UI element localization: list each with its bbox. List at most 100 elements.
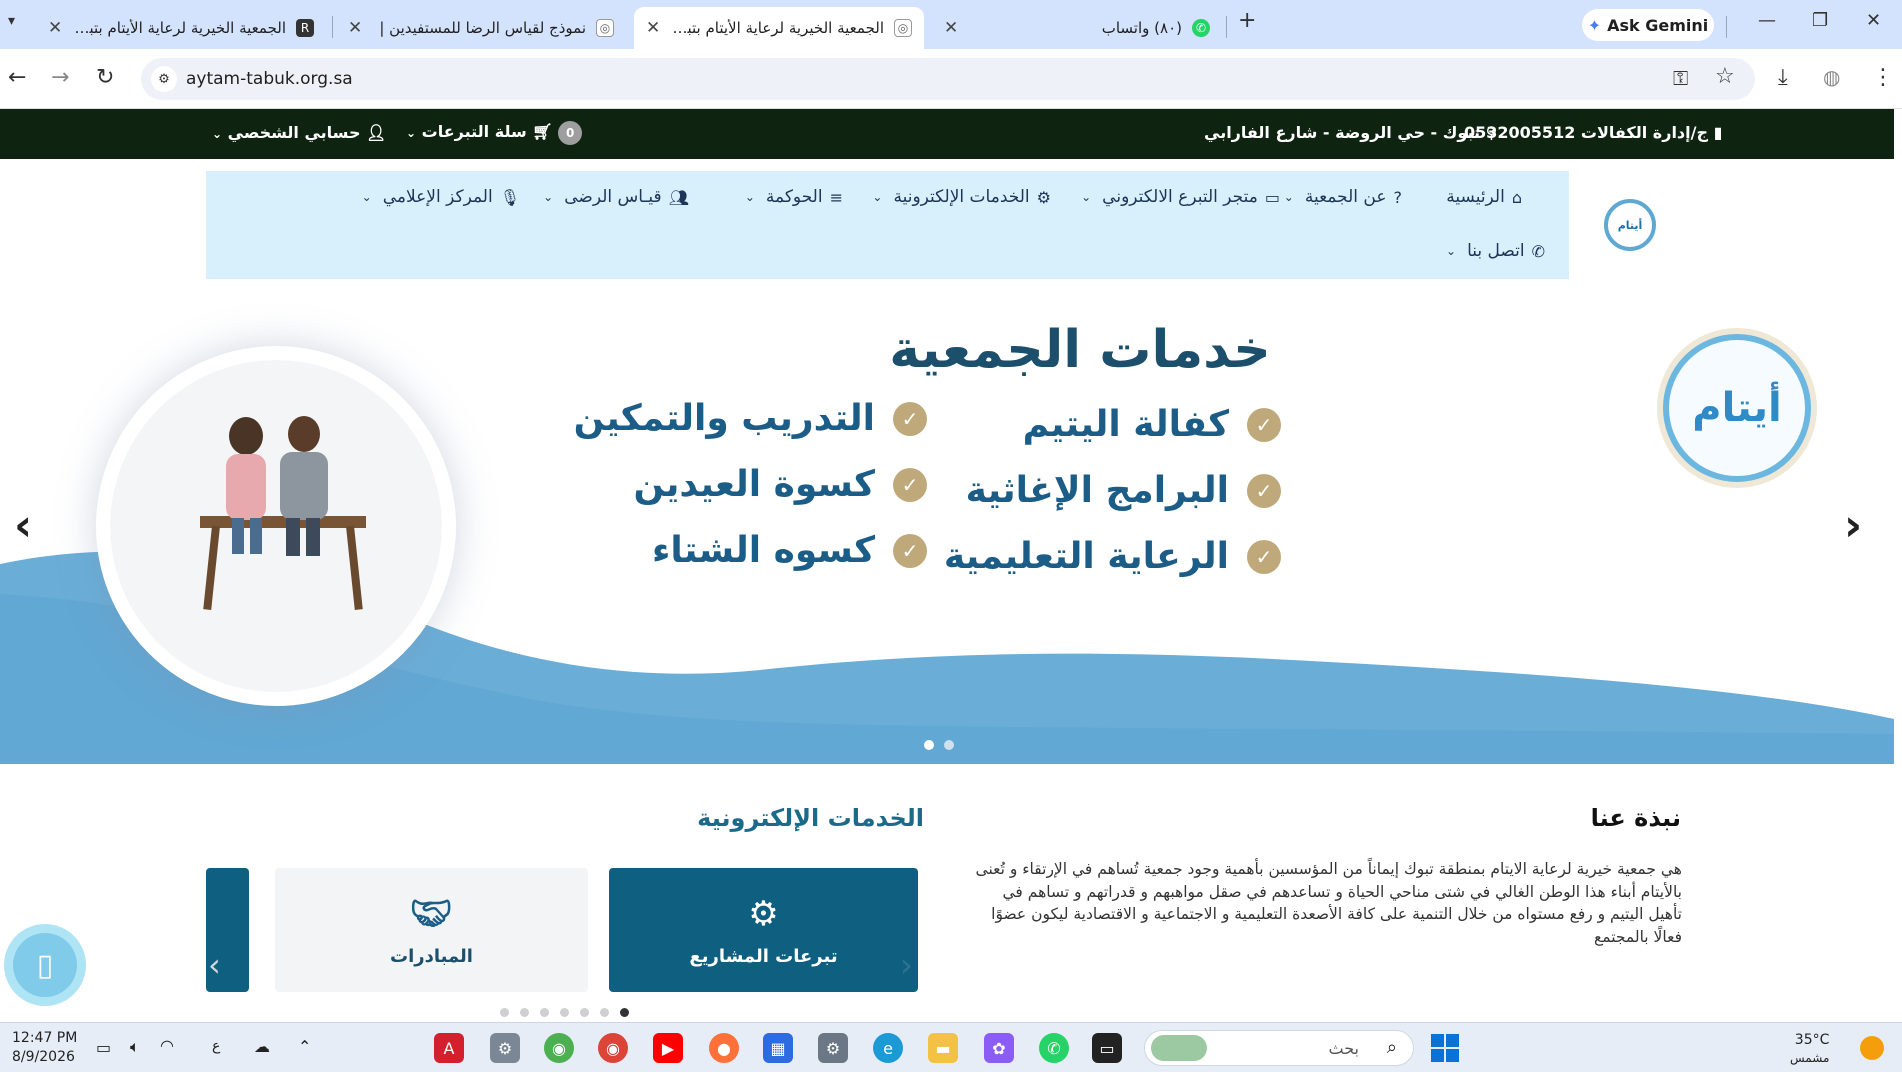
service-label: كسوة العيدين [633,464,875,505]
service-label: البرامج الإغاثية [965,470,1229,511]
url-text[interactable]: aytam-tabuk.org.sa [186,69,353,89]
menu-kebab-icon[interactable]: ⋮ [1872,65,1894,90]
nav-label: متجر التبرع الالكتروني [1102,187,1258,207]
site-logo-small[interactable]: أيتام [1604,199,1656,251]
logo-text: أيتام [1692,385,1782,431]
nav-item-about[interactable]: ? عن الجمعية ⌄ [1284,187,1402,207]
weather-widget[interactable]: 35°C مشمس [1790,1031,1829,1067]
tray-chevron-up-icon[interactable]: ⌃ [298,1037,311,1056]
carousel-dot[interactable] [600,1008,609,1017]
browser-tabstrip: ▾ R الجمعية الخيرية لرعاية الأيتام بتبوك… [0,0,1902,49]
chrome-profile-icon[interactable]: ◉ [544,1033,574,1063]
windows-start-icon[interactable] [1431,1034,1459,1062]
store-icon[interactable]: ▦ [763,1033,793,1063]
eservice-card-initiatives[interactable]: 🤝︎ المبادرات [275,868,588,992]
edge-icon[interactable]: e [873,1033,903,1063]
download-icon[interactable]: ⤓ [1778,65,1788,90]
handshake-icon: 🤝︎ [409,893,454,934]
terminal-icon[interactable]: ▭ [1092,1033,1122,1063]
carousel-dot[interactable] [540,1008,549,1017]
settings-icon[interactable]: ⚙ [490,1033,520,1063]
carousel-dot[interactable] [520,1008,529,1017]
reload-icon[interactable]: ↻ [96,65,114,90]
password-key-icon[interactable]: ⚿ [1673,66,1688,90]
tab-divider [1226,16,1227,38]
cart-icon: 🛒︎ [532,122,553,141]
new-tab-icon[interactable]: + [1238,8,1256,33]
carousel-dot[interactable] [560,1008,569,1017]
close-icon[interactable]: ✕ [646,18,660,38]
slider-dots [924,740,954,750]
battery-icon[interactable]: ▭ [96,1038,111,1057]
account-menu[interactable]: 👤︎ حسابي الشخصي ⌄ [212,123,386,142]
tab-1[interactable]: R الجمعية الخيرية لرعاية الأيتام بتبوك ✕ [36,7,326,49]
service-item: ✓ كسوة العيدين [633,464,927,505]
nav-item-store[interactable]: ▭ متجر التبرع الالكتروني ⌄ [1081,187,1280,207]
window-close-icon[interactable]: ✕ [1866,10,1881,31]
tab-2[interactable]: ◎ نموذج لقياس الرضا للمستفيدين | ✕ [336,7,626,49]
nav-item-governance[interactable]: ≡ الحوكمة ⌄ [745,187,843,207]
service-item: ✓ البرامج الإغاثية [966,470,1281,511]
user-icon: 👤︎ [366,123,387,142]
nav-item-satisfaction[interactable]: 👥︎ قيـاس الرضى ⌄ [543,187,689,207]
gemini-sparkle-icon: ✦ [1587,15,1602,35]
profile-icon[interactable]: ◍ [1823,65,1840,89]
eservice-card-project-donations[interactable]: ⚙ تبرعات المشاريع [609,868,918,992]
site-info-icon[interactable]: ⚙ [151,66,177,92]
slider-dot[interactable] [924,740,934,750]
taskbar-search[interactable]: ⌕ بحث [1144,1030,1414,1066]
wifi-icon[interactable]: ◠ [160,1036,174,1055]
clock[interactable]: 12:47 PM 8/9/2026 [12,1029,77,1067]
forward-icon[interactable]: → [51,65,69,90]
volume-icon[interactable]: 🔈︎ [130,1037,140,1057]
floating-contact-button[interactable]: ▯ [4,924,86,1006]
carousel-dot[interactable] [580,1008,589,1017]
service-label: الرعاية التعليمية [943,536,1229,577]
bookmark-star-icon[interactable]: ☆ [1715,64,1735,89]
topbar-address: ⚲ تبوك - حي الروضة - شارع الفارابي [1204,123,1497,142]
search-highlight-image [1151,1035,1207,1061]
slider-next-icon[interactable]: › [1844,500,1862,551]
minimize-icon[interactable]: — [1758,10,1776,31]
onedrive-icon[interactable]: ☁ [254,1037,270,1056]
nav-item-media[interactable]: 🎙︎ المركز الإعلامي ⌄ [362,187,520,207]
nav-item-home[interactable]: ⌂ الرئيسية [1446,187,1522,207]
ask-gemini-button[interactable]: ✦ Ask Gemini [1582,9,1714,41]
topbar-phone[interactable]: ▮ ج/إدارة الكفالات 0532005512 [1464,123,1722,142]
firefox-icon[interactable]: ● [709,1033,739,1063]
tab-3-active[interactable]: ◎ الجمعية الخيرية لرعاية الأيتام بتبوك ✕ [634,7,924,49]
carousel-dot[interactable] [500,1008,509,1017]
chevron-down-icon: ⌄ [1446,244,1457,258]
chevron-down-icon: ⌄ [744,190,755,204]
nav-item-eservices[interactable]: ⚙ الخدمات الإلكترونية ⌄ [872,187,1051,207]
restore-icon[interactable]: ❐ [1812,10,1828,31]
close-icon[interactable]: ✕ [348,18,362,38]
cart-menu[interactable]: 0 🛒︎ سلة التبرعات ⌄ [406,121,583,145]
users-icon: 👥︎ [668,187,689,207]
slider-prev-icon[interactable]: ‹ [14,500,32,551]
slider-dot[interactable] [944,740,954,750]
back-icon[interactable]: ← [8,65,26,90]
service-item: ✓ كسوه الشتاء [652,530,927,571]
acrobat-icon[interactable]: A [434,1033,464,1063]
tab-search-chevron-icon[interactable]: ▾ [8,13,15,29]
nav-item-contact[interactable]: ✆ اتصل بنا ⌄ [1446,241,1545,261]
close-icon[interactable]: ✕ [944,18,958,38]
whatsapp-icon[interactable]: ✆ [1039,1033,1069,1063]
carousel-prev-icon[interactable]: ‹ [208,946,221,984]
youtube-icon[interactable]: ▶ [653,1033,683,1063]
file-explorer-icon[interactable]: ▬ [928,1033,958,1063]
language-indicator[interactable]: ع [212,1038,220,1054]
os-taskbar: 12:47 PM 8/9/2026 ▭ 🔈︎ ◠ ع ☁ ⌃ A ⚙ ◉ ◉ ▶… [0,1022,1902,1072]
tab-divider [1726,16,1727,38]
settings-gear-icon[interactable]: ⚙ [818,1033,848,1063]
copilot-icon[interactable]: ✿ [984,1033,1014,1063]
carousel-next-icon[interactable]: › [900,946,913,984]
tab-4[interactable]: ✆ (٨٠) واتساب ✕ [932,7,1222,49]
address-bar[interactable]: ⚙ aytam-tabuk.org.sa ⚿ ☆ [141,58,1755,100]
carousel-dot[interactable] [620,1008,629,1017]
topbar-phone-text: ج/إدارة الكفالات 0532005512 [1464,123,1708,142]
nav-label: المركز الإعلامي [382,187,493,207]
chrome-icon[interactable]: ◉ [598,1033,628,1063]
close-icon[interactable]: ✕ [48,18,62,38]
